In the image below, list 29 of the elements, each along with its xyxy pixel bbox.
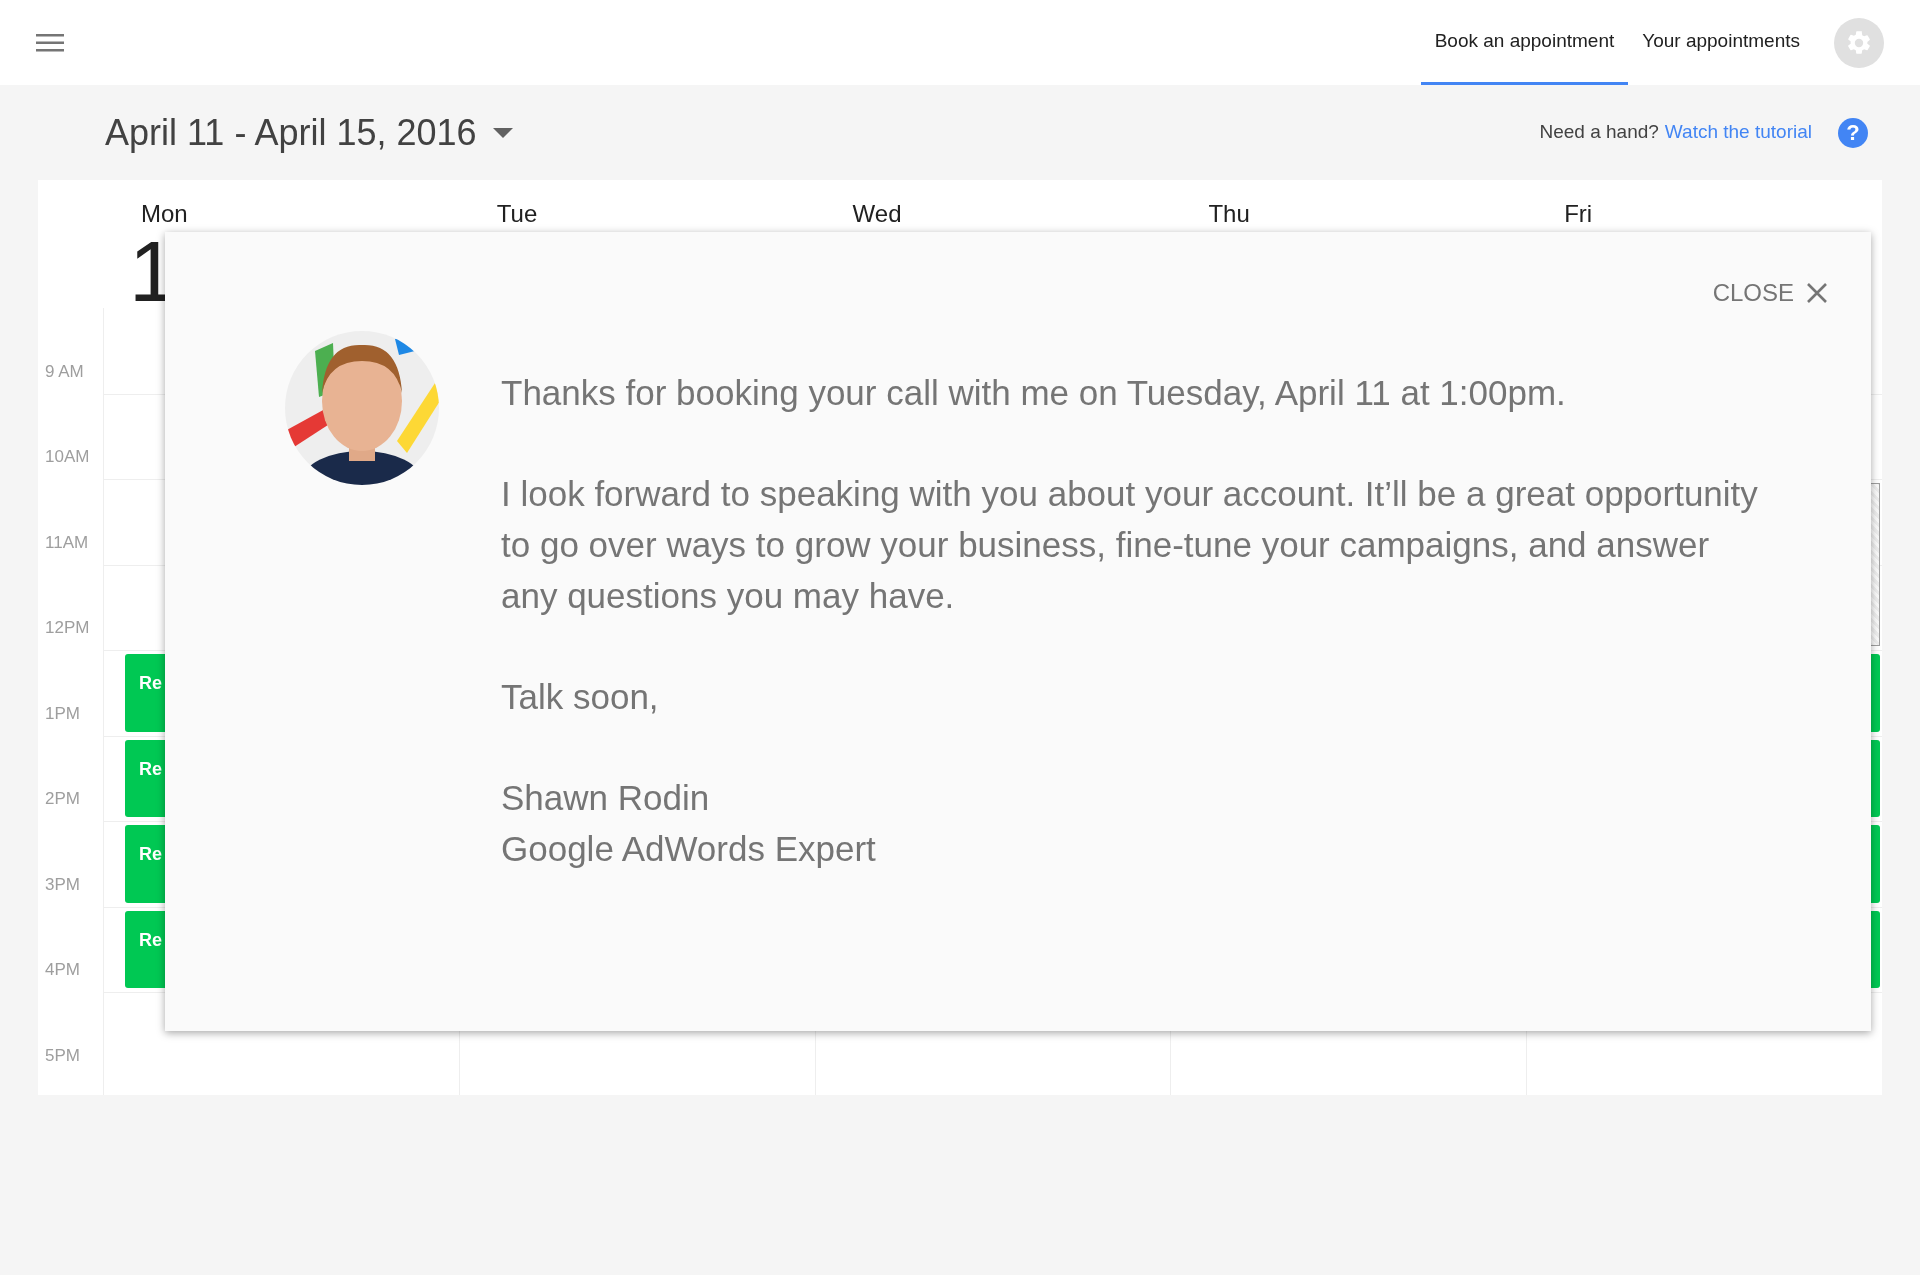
hour-label: 4PM <box>45 961 81 978</box>
message-text: Shawn Rodin <box>501 777 711 819</box>
hour-label: 2PM <box>45 790 81 807</box>
hour-label: 12PM <box>45 619 91 636</box>
date-range-title: April 11 - April 15, 2016 <box>105 110 477 155</box>
tutorial-link[interactable]: Watch the tutorial <box>1664 118 1812 147</box>
message-text: Talk soon, <box>501 676 660 718</box>
hour-label: 11AM <box>45 533 90 551</box>
help-text: Need a hand? <box>1539 120 1659 145</box>
hour-label: 3PM <box>45 875 81 893</box>
day-name: Fri <box>1564 202 1594 226</box>
dropdown-caret-icon[interactable] <box>492 127 513 138</box>
close-icon <box>1806 282 1828 304</box>
tab[interactable]: Your appointments <box>1628 0 1814 85</box>
day-name: Tue <box>496 202 539 226</box>
day-name: Thu <box>1208 202 1251 226</box>
message-text: I look forward to speaking with you about your account. It’ll be a great opportunity to go over ways to grow your business, fine-tune your campaigns, and answer any questions you may have. <box>501 473 1759 617</box>
message-text: Google AdWords Expert <box>501 828 877 870</box>
tab[interactable]: Book an appointment <box>1420 0 1629 85</box>
help-icon[interactable]: ? <box>1838 117 1868 148</box>
hour-label: 10AM <box>45 448 91 465</box>
hour-label: 9 AM <box>45 362 85 380</box>
day-name: Wed <box>852 202 903 226</box>
menu-icon[interactable] <box>36 31 66 54</box>
close-button[interactable]: CLOSE <box>1712 275 1828 311</box>
hour-label: 5PM <box>45 1046 81 1064</box>
hour-label: 1PM <box>45 704 81 722</box>
message-text: Thanks for booking your call with me on Tuesday, April 11 at 1:00pm. <box>501 372 1567 414</box>
day-name: Mon <box>141 202 189 226</box>
